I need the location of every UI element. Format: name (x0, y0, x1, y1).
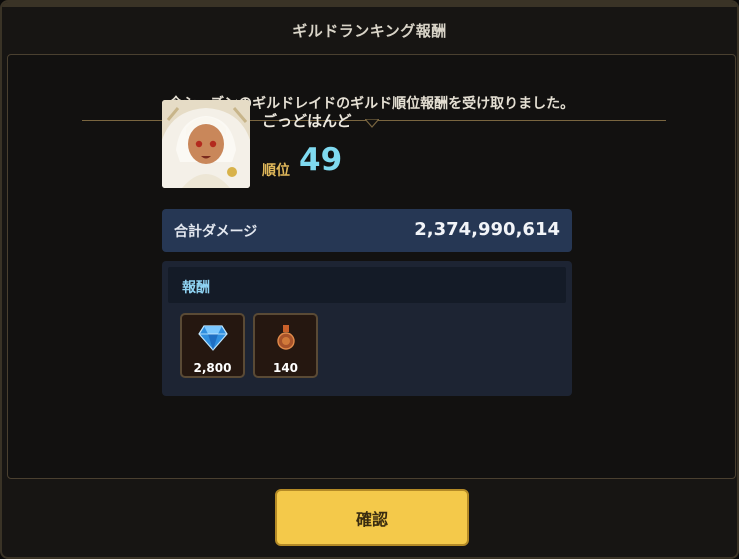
character-portrait-icon (162, 100, 250, 188)
reward-item-diamond[interactable]: 2,800 (180, 313, 245, 378)
dialog-title-bar: ギルドランキング報酬 (4, 8, 735, 52)
rank-value: 49 (299, 142, 343, 178)
reward-box: 報酬 2,800 140 (162, 261, 572, 396)
player-avatar (162, 100, 250, 188)
confirm-button-label: 確認 (355, 509, 388, 529)
dialog-top-edge (2, 2, 737, 7)
diamond-icon (197, 325, 228, 351)
reward-quantity: 2,800 (193, 361, 232, 375)
confirm-button[interactable]: 確認 (275, 489, 469, 546)
reward-quantity: 140 (272, 361, 299, 375)
reward-item-medal[interactable]: 140 (253, 313, 318, 378)
total-damage-bar: 合計ダメージ 2,374,990,614 (162, 209, 572, 252)
total-damage-value: 2,374,990,614 (414, 219, 560, 240)
guild-ranking-reward-dialog: ギルドランキング報酬 今シーズンのギルドレイドのギルド順位報酬を受け取りました。… (0, 0, 739, 559)
medal-icon (276, 325, 295, 350)
reward-header: 報酬 (168, 267, 566, 303)
player-name: ごっどはんど (262, 112, 352, 130)
dialog-title: ギルドランキング報酬 (292, 21, 447, 40)
reward-header-label: 報酬 (182, 280, 210, 296)
rank-label: 順位 (262, 163, 290, 179)
divider-notch-icon (365, 119, 379, 128)
total-damage-label: 合計ダメージ (174, 224, 258, 240)
reward-message: 今シーズンのギルドレイドのギルド順位報酬を受け取りました。 (168, 96, 575, 112)
